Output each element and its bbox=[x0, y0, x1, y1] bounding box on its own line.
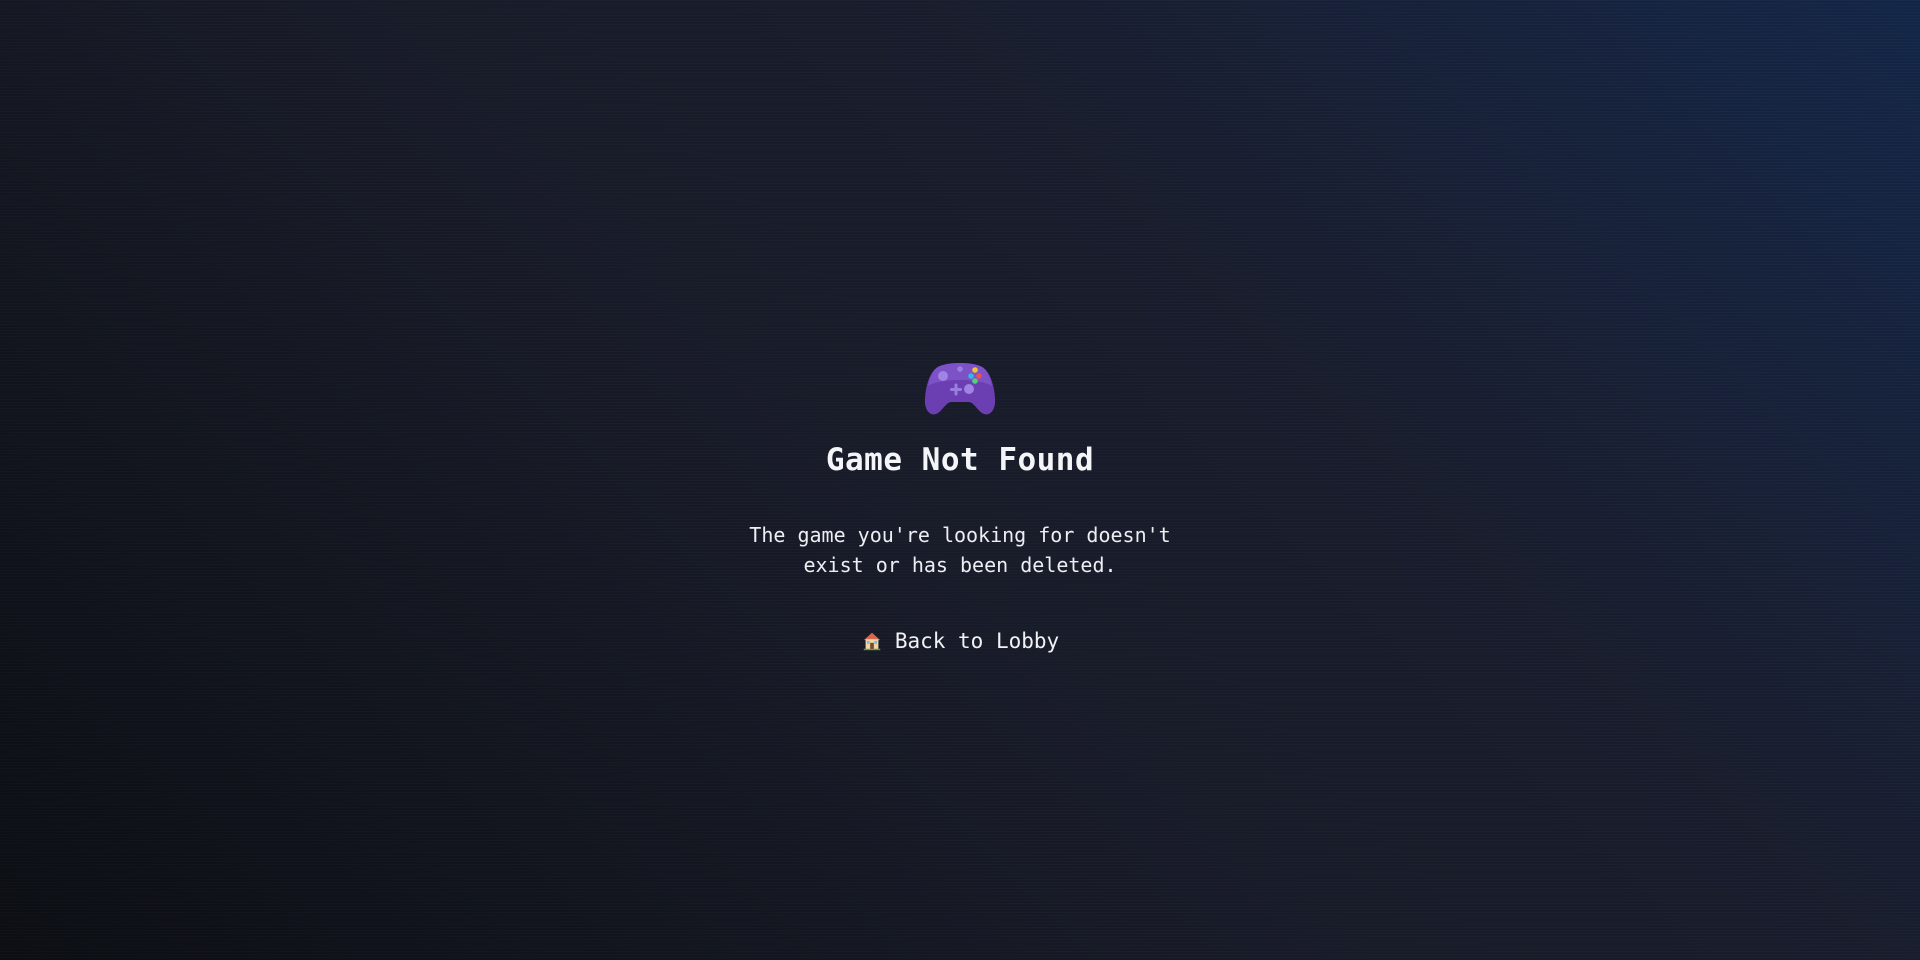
back-to-lobby-label: Back to Lobby bbox=[894, 628, 1060, 653]
game-controller-icon bbox=[924, 363, 996, 415]
house-icon bbox=[863, 632, 881, 651]
page-title: Game Not Found bbox=[825, 442, 1095, 478]
error-message: The game you're looking for doesn't exis… bbox=[749, 522, 1171, 577]
not-found-panel: Game Not Found The game you're looking f… bbox=[0, 358, 1920, 653]
back-to-lobby-button[interactable]: Back to Lobby bbox=[861, 629, 1059, 653]
